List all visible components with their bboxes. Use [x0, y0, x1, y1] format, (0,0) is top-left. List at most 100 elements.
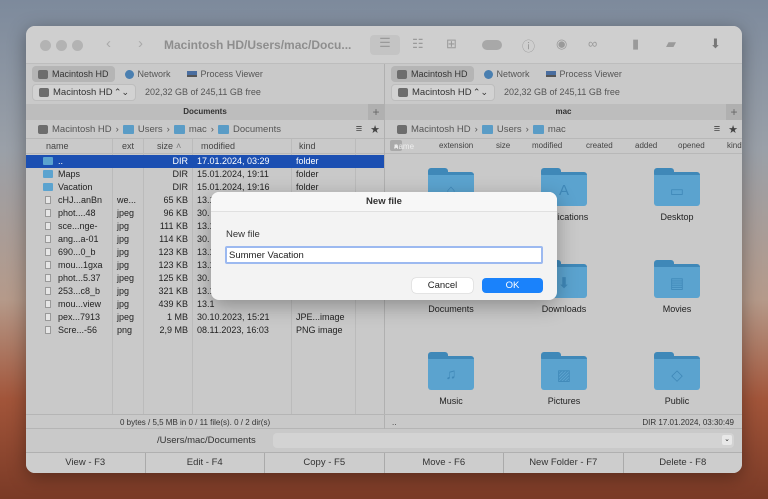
folder-label: Public [664, 396, 690, 406]
delete-button[interactable]: Delete - F8 [623, 453, 742, 473]
star-icon[interactable]: ★ [728, 123, 738, 136]
column-size[interactable]: size [157, 141, 173, 151]
close-button[interactable] [40, 40, 51, 51]
cell-ext: jpg [117, 247, 130, 257]
table-row[interactable]: Maps DIR 15.01.2024, 19:11 folder [26, 168, 384, 181]
network-share-icon[interactable]: ▰ [666, 36, 676, 52]
folder-item[interactable]: ▨ Pictures [519, 352, 609, 406]
folder-item[interactable]: ▭ Desktop [632, 168, 722, 222]
cell-name: Vacation [58, 182, 93, 192]
drive-tab-process-viewer[interactable]: Process Viewer [181, 66, 269, 82]
add-tab-button[interactable]: + [368, 104, 384, 120]
folder-label: Music [439, 396, 463, 406]
folder-item[interactable]: ▤ Movies [632, 260, 722, 314]
cell-size: 65 KB [163, 195, 188, 205]
zoom-button[interactable] [72, 40, 83, 51]
current-path: /Users/mac/Documents [157, 435, 256, 446]
drive-select[interactable]: Macintosh HD ⌃⌄ [32, 84, 136, 101]
file-name-input[interactable] [225, 246, 543, 264]
add-tab-button[interactable]: + [726, 104, 742, 120]
column-name[interactable]: name ▴ [390, 140, 414, 151]
move-button[interactable]: Move - F6 [384, 453, 504, 473]
minimize-button[interactable] [56, 40, 67, 51]
breadcrumb-item[interactable]: Macintosh HD [52, 124, 112, 135]
preview-icon[interactable]: ◉ [556, 36, 567, 52]
file-icon [45, 235, 51, 243]
dialog-label: New file [226, 229, 260, 240]
column-name[interactable]: name [46, 141, 69, 151]
info-icon[interactable]: ⓘ [522, 36, 535, 55]
drive-tab-macintosh-hd[interactable]: Macintosh HD [391, 66, 474, 82]
cell-modified: 30.10.2023, 15:21 [197, 312, 270, 322]
column-extension[interactable]: extension [439, 141, 473, 150]
cell-size: 111 KB [159, 221, 188, 231]
drive-tab-macintosh-hd[interactable]: Macintosh HD [32, 66, 115, 82]
brief-view-icon[interactable]: ☰ [370, 35, 400, 55]
folder-item[interactable]: ◇ Public [632, 352, 722, 406]
binoculars-icon[interactable]: ∞ [588, 36, 597, 51]
breadcrumb-item[interactable]: mac [189, 124, 207, 135]
column-ext[interactable]: ext [122, 141, 134, 151]
hard-drive-icon [39, 88, 49, 97]
column-kind[interactable]: kind [727, 141, 742, 150]
ok-button[interactable]: OK [482, 278, 543, 293]
cell-size: 96 KB [163, 208, 188, 218]
cancel-button[interactable]: Cancel [412, 278, 473, 293]
archive-icon[interactable]: ▮ [632, 36, 639, 52]
cell-modified: 13.1 [197, 299, 215, 309]
breadcrumb-item[interactable]: Users [497, 124, 522, 135]
file-icon [45, 274, 51, 282]
command-input[interactable]: ⌄ [273, 433, 734, 448]
cell-size: 123 KB [158, 247, 188, 257]
cell-name: phot...5.37 [58, 273, 101, 283]
column-modified[interactable]: modified [201, 141, 235, 151]
download-icon[interactable]: ⬇ [710, 36, 721, 52]
drive-tab-network[interactable]: Network [478, 66, 536, 82]
column-headers: name ▴ extension size modified created a… [385, 139, 742, 154]
toggle-icon[interactable] [482, 40, 502, 50]
hard-drive-icon [397, 69, 407, 79]
edit-button[interactable]: Edit - F4 [145, 453, 265, 473]
breadcrumb-item[interactable]: Users [138, 124, 163, 135]
menu-icon[interactable]: ≡ [356, 123, 362, 136]
table-row[interactable]: .. DIR 17.01.2024, 03:29 folder [26, 155, 384, 168]
column-size[interactable]: size [496, 141, 510, 150]
breadcrumb-item[interactable]: Macintosh HD [411, 124, 471, 135]
breadcrumb-item[interactable]: mac [548, 124, 566, 135]
cell-name: Scre...-56 [58, 325, 98, 335]
forward-icon[interactable]: › [138, 35, 143, 52]
thumbnail-view-icon[interactable]: ⊞ [446, 36, 457, 52]
column-kind[interactable]: kind [299, 141, 316, 151]
file-icon [45, 287, 51, 295]
drive-select[interactable]: Macintosh HD ⌃⌄ [391, 84, 495, 101]
chevron-down-icon[interactable]: ⌄ [722, 435, 732, 445]
title-bar: ‹ › Macintosh HD/Users/mac/Docu... ☰ ☷ ⊞… [26, 26, 742, 64]
list-view-icon[interactable]: ☷ [412, 36, 424, 52]
column-created[interactable]: created [586, 141, 613, 150]
drive-tab-network[interactable]: Network [119, 66, 177, 82]
folder-icon [122, 125, 134, 134]
view-button[interactable]: View - F3 [26, 453, 146, 473]
cell-modified: 15.01.2024, 19:11 [197, 169, 269, 179]
drive-tab-process-viewer[interactable]: Process Viewer [540, 66, 628, 82]
cell-size: 123 KB [158, 260, 188, 270]
cell-modified: 08.11.2023, 16:03 [197, 325, 269, 335]
star-icon[interactable]: ★ [370, 123, 380, 136]
column-added[interactable]: added [635, 141, 657, 150]
cell-name: Maps [58, 169, 81, 179]
table-row[interactable]: pex...7913 jpeg 1 MB 30.10.2023, 15:21 JPE..… [26, 311, 384, 324]
column-modified[interactable]: modified [532, 141, 562, 150]
new-folder-button[interactable]: New Folder - F7 [504, 453, 624, 473]
cell-size: 2,9 MB [159, 325, 188, 335]
folder-item[interactable]: ♫ Music [406, 352, 496, 406]
cell-name: ang...a-01 [58, 234, 99, 244]
table-row[interactable]: Scre...-56 png 2,9 MB 08.11.2023, 16:03 PNG … [26, 324, 384, 337]
cell-modified: 15.01.2024, 19:16 [197, 182, 270, 192]
breadcrumb-item[interactable]: Documents [233, 124, 281, 135]
tab-label: Process Viewer [559, 69, 622, 79]
column-opened[interactable]: opened [678, 141, 705, 150]
cell-kind: folder [296, 169, 319, 179]
copy-button[interactable]: Copy - F5 [265, 453, 385, 473]
back-icon[interactable]: ‹ [106, 35, 111, 52]
menu-icon[interactable]: ≡ [714, 123, 720, 136]
